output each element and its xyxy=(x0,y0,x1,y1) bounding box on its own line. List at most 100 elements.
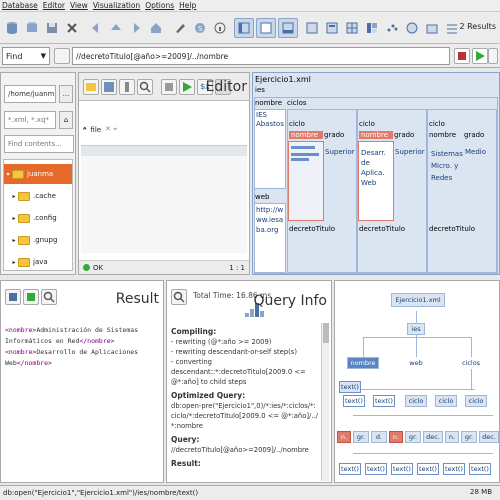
tree-node-leaf[interactable]: dec. xyxy=(423,431,443,443)
open-tag: <nombre> xyxy=(5,326,37,334)
find-mode-select[interactable]: Find ▼ xyxy=(2,47,50,65)
ok-icon xyxy=(83,264,90,271)
tree-node-web[interactable]: web xyxy=(405,357,427,369)
toggle-editor-icon[interactable] xyxy=(256,18,276,38)
tree-node-leaf[interactable]: gr. xyxy=(353,431,369,443)
run-icon[interactable] xyxy=(472,48,488,64)
browse-button[interactable]: ... xyxy=(59,85,73,103)
explorer-view-icon[interactable] xyxy=(402,18,422,38)
tree-node-ciclos[interactable]: ciclos xyxy=(457,357,485,369)
export-icon[interactable] xyxy=(23,289,39,305)
tree-node-root[interactable]: Ejercicio1.xml xyxy=(391,293,445,307)
menu-database[interactable]: Database xyxy=(2,1,38,10)
new-database-icon[interactable] xyxy=(2,18,22,38)
text-view-icon[interactable] xyxy=(302,18,322,38)
back-icon[interactable] xyxy=(86,18,106,38)
search-icon[interactable] xyxy=(41,289,57,305)
find-contents-field[interactable]: Find contents... xyxy=(4,135,74,153)
editor-tab[interactable]: ᴬ file ✕ ⌖ xyxy=(83,125,117,134)
stop-icon[interactable] xyxy=(161,79,177,95)
tree-edge xyxy=(353,415,493,416)
tree-view-icon[interactable] xyxy=(322,18,342,38)
menu-view[interactable]: View xyxy=(70,1,88,10)
tree-node-text[interactable]: text() xyxy=(339,463,361,475)
search-icon[interactable] xyxy=(137,79,153,95)
home-icon[interactable] xyxy=(5,289,21,305)
close-tab-icon[interactable]: ✕ ⌖ xyxy=(105,125,117,134)
menu-visualization[interactable]: Visualization xyxy=(93,1,140,10)
menu-options[interactable]: Options xyxy=(145,1,174,10)
folder-view-icon[interactable] xyxy=(422,18,442,38)
map-view-icon[interactable] xyxy=(362,18,382,38)
tree-node-text[interactable]: text() xyxy=(469,463,491,475)
tree-item-java[interactable]: ▸ java xyxy=(4,252,72,270)
tree-node-leaf[interactable]: n. xyxy=(389,431,403,443)
close-tag: </nombre> xyxy=(16,359,52,367)
result-panel: Result <nombre>Administración de Sistema… xyxy=(0,280,164,483)
open-database-icon[interactable] xyxy=(22,18,42,38)
tree-node-ciclo[interactable]: ciclo xyxy=(435,395,457,407)
result-text[interactable]: <nombre>Administración de Sistemas Infor… xyxy=(5,325,161,369)
filter-icon[interactable] xyxy=(488,48,498,64)
properties-icon[interactable]: S xyxy=(190,18,210,38)
folder-tree: ▾ juanma ▸ .cache ▸ .config ▸ .gnupg ▸ java xyxy=(3,159,73,271)
run-icon[interactable] xyxy=(179,79,195,95)
tree-node-ies[interactable]: ies xyxy=(407,323,425,335)
col1-nombre-cell[interactable] xyxy=(288,141,324,221)
query-info-text[interactable]: Compiling: - rewriting (@*:año >= 2009) … xyxy=(171,323,319,469)
up-icon[interactable] xyxy=(106,18,126,38)
expanded-icon: ▾ xyxy=(6,170,10,178)
tree-node-leaf[interactable]: gr. xyxy=(461,431,477,443)
scrollbar[interactable] xyxy=(321,323,329,481)
tree-edge xyxy=(416,337,417,357)
menu-help[interactable]: Help xyxy=(179,1,196,10)
query-input[interactable]: //decretoTitulo[@año>=2009]/../nombre xyxy=(72,47,450,65)
toggle-browser-icon[interactable] xyxy=(234,18,254,38)
tree-node-text[interactable]: text() xyxy=(391,463,413,475)
tree-item-cache[interactable]: ▸ .cache xyxy=(4,186,72,206)
memory-usage[interactable]: 28 MB xyxy=(470,488,492,496)
code-editor[interactable] xyxy=(81,145,247,253)
search-icon[interactable] xyxy=(171,289,187,305)
tree-node-text[interactable]: text() xyxy=(417,463,439,475)
status-text: db:open("Ejercicio1","Ejercicio1.xml")/i… xyxy=(3,489,199,497)
filter-field[interactable]: *.xml, *.xq* xyxy=(4,111,56,129)
editor-toolbar: $x Editor xyxy=(79,73,249,101)
forward-icon[interactable] xyxy=(126,18,146,38)
menu-editor[interactable]: Editor xyxy=(43,1,65,10)
result-line-1: <nombre>Administración de Sistemas Infor… xyxy=(5,325,161,347)
tree-node-leaf[interactable]: gr. xyxy=(405,431,421,443)
close-database-icon[interactable] xyxy=(62,18,82,38)
info-icon[interactable] xyxy=(210,18,230,38)
save-database-icon[interactable] xyxy=(42,18,62,38)
save-file-icon[interactable] xyxy=(101,79,117,95)
open-file-icon[interactable] xyxy=(83,79,99,95)
home-icon[interactable] xyxy=(146,18,166,38)
tree-node-leaf[interactable]: n. xyxy=(445,431,459,443)
scrollbar-thumb[interactable] xyxy=(323,323,329,343)
tree-node-nombre[interactable]: nombre xyxy=(347,357,379,369)
tree-node-ciclo[interactable]: ciclo xyxy=(465,395,487,407)
stop-icon[interactable] xyxy=(454,48,470,64)
tree-item-gnupg[interactable]: ▸ .gnupg xyxy=(4,230,72,250)
tree-node-text[interactable]: text() xyxy=(365,463,387,475)
toggle-info-icon[interactable] xyxy=(278,18,298,38)
tree-node-text[interactable]: text() xyxy=(443,463,465,475)
edit-icon[interactable] xyxy=(170,18,190,38)
tree-item-config[interactable]: ▸ .config xyxy=(4,208,72,228)
close-file-icon[interactable] xyxy=(119,79,135,95)
history-icon[interactable] xyxy=(54,48,70,64)
tree-node-leaf[interactable]: d. xyxy=(371,431,387,443)
tree-item-juanma[interactable]: ▾ juanma xyxy=(4,164,72,184)
table-view-icon[interactable] xyxy=(342,18,362,38)
tree-node-text[interactable]: text() xyxy=(339,381,361,393)
tree-node-text[interactable]: text() xyxy=(343,395,365,407)
tree-node-leaf[interactable]: dec. xyxy=(479,431,499,443)
tree-node-leaf[interactable]: n. xyxy=(337,431,351,443)
compiling-line: - converting descendant::*:decretoTitulo… xyxy=(171,358,306,386)
plot-view-icon[interactable] xyxy=(382,18,402,38)
home-folder-icon[interactable]: ⌂ xyxy=(59,111,73,129)
path-field[interactable]: /home/juanma/ xyxy=(4,85,56,103)
tree-node-text[interactable]: text() xyxy=(373,395,395,407)
tree-node-ciclo[interactable]: ciclo xyxy=(405,395,427,407)
